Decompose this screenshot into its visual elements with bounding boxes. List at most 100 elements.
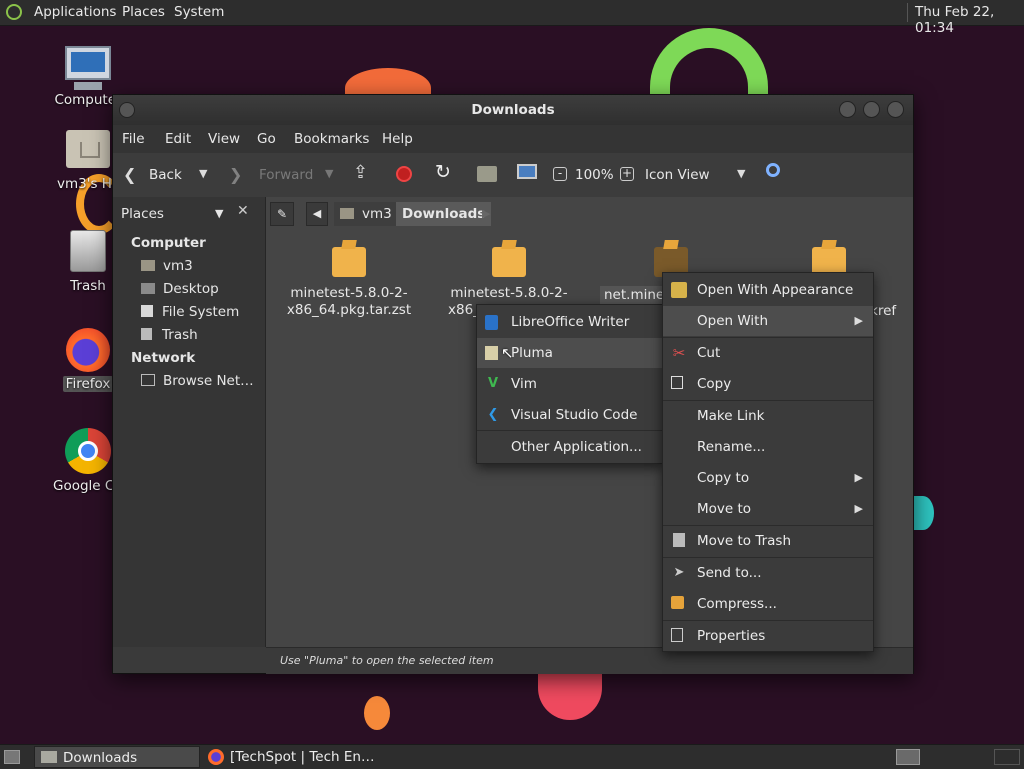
taskbar: Downloads [TechSpot | Tech En… [0, 744, 1024, 769]
menu-item-copy[interactable]: Copy [663, 369, 873, 399]
mouse-cursor-icon: ↖ [501, 344, 514, 362]
menu-item-send-to[interactable]: ➤ Send to... [663, 558, 873, 588]
menu-item-open-with[interactable]: Open With ▶ [663, 306, 873, 336]
taskbar-item-browser[interactable]: [TechSpot | Tech En… [204, 746, 374, 768]
status-text: Use "Pluma" to open the selected item [280, 654, 494, 667]
path-scroll-right-button[interactable]: ▶ [482, 202, 490, 226]
menu-item-make-link[interactable]: Make Link [663, 401, 873, 431]
toolbar: ❮ Back ▼ ❯ Forward ▼ ⇪ ↻ - 100% + Icon V… [113, 153, 913, 198]
computer-icon[interactable] [517, 164, 537, 179]
view-mode-label: Icon View [645, 167, 710, 183]
archive-file-icon [492, 247, 526, 277]
file-context-menu: Open With Appearance Open With ▶ ✂ Cut C… [662, 272, 874, 652]
search-icon[interactable] [766, 163, 780, 177]
send-icon: ➤ [673, 565, 685, 580]
side-pane-selector-label: Places [121, 206, 164, 222]
window-titlebar[interactable]: Downloads [113, 95, 913, 125]
window-title: Downloads [471, 102, 555, 118]
menu-go[interactable]: Go [257, 131, 276, 147]
open-with-libreoffice-writer[interactable]: LibreOffice Writer [477, 307, 663, 337]
view-mode-select[interactable]: Icon View ▼ [641, 161, 751, 189]
zoom-level[interactable]: 100% [575, 167, 614, 183]
forward-button[interactable]: ❯ Forward [227, 161, 317, 189]
open-with-vscode[interactable]: ❮ Visual Studio Code [477, 400, 663, 430]
menu-edit[interactable]: Edit [165, 131, 191, 147]
menu-view[interactable]: View [208, 131, 240, 147]
desktop-icon-label: Firefox [62, 376, 114, 392]
home-folder-icon [141, 260, 155, 271]
close-side-pane-icon[interactable]: ✕ [237, 203, 249, 219]
place-vm3[interactable]: vm3 [141, 258, 193, 274]
submenu-arrow-icon: ▶ [854, 471, 863, 484]
menu-item-open-with-appearance[interactable]: Open With Appearance [663, 275, 873, 305]
chevron-down-icon: ▼ [215, 207, 224, 220]
show-desktop-icon[interactable] [4, 750, 20, 764]
path-button-downloads[interactable]: Downloads [396, 202, 492, 226]
reload-icon[interactable]: ↻ [435, 161, 451, 183]
mate-logo-icon[interactable] [6, 4, 22, 20]
close-button[interactable] [887, 101, 904, 118]
zoom-in-icon[interactable]: + [620, 167, 634, 181]
path-button-vm3[interactable]: vm3 [334, 202, 398, 226]
trash-icon [141, 328, 152, 340]
minimize-button[interactable] [839, 101, 856, 118]
applications-menu[interactable]: Applications [34, 4, 116, 20]
clock[interactable]: Thu Feb 22, 01:34 [915, 4, 1024, 36]
menu-item-cut[interactable]: ✂ Cut [663, 338, 873, 368]
menu-file[interactable]: File [122, 131, 145, 147]
place-browse-network[interactable]: Browse Net… [141, 373, 254, 389]
vscode-icon: ❮ [487, 407, 499, 422]
place-file-system[interactable]: File System [141, 304, 239, 320]
firefox-icon [66, 328, 110, 372]
forward-history-dropdown[interactable]: ▼ [325, 167, 333, 180]
side-pane: Places ▼ ✕ Computer vm3 Desktop File Sys… [113, 197, 266, 647]
up-arrow-icon[interactable]: ⇪ [353, 162, 368, 183]
path-scroll-left-button[interactable]: ◀ [306, 202, 328, 226]
menu-item-compress[interactable]: Compress... [663, 589, 873, 619]
home-folder-icon [66, 130, 110, 168]
forward-label: Forward [259, 167, 314, 183]
zoom-out-icon[interactable]: - [553, 167, 567, 181]
open-with-submenu: LibreOffice Writer Pluma V Vim ❮ Visual … [476, 304, 664, 464]
pluma-icon [485, 346, 498, 360]
copy-icon [671, 376, 683, 389]
drive-icon [141, 305, 153, 317]
trash-icon [70, 230, 106, 272]
appearance-icon [671, 282, 687, 298]
toggle-location-button[interactable]: ✎ [270, 202, 294, 226]
taskbar-item-downloads[interactable]: Downloads [34, 746, 200, 768]
vim-icon: V [487, 376, 499, 391]
back-history-dropdown[interactable]: ▼ [199, 167, 207, 180]
stop-icon[interactable] [396, 166, 412, 182]
workspace-switcher-alt[interactable] [994, 749, 1020, 765]
menubar: File Edit View Go Bookmarks Help [113, 125, 913, 153]
wallpaper-teal-blob [912, 496, 934, 530]
back-button[interactable]: ❮ Back [121, 161, 201, 189]
open-with-vim[interactable]: V Vim [477, 369, 663, 399]
menu-item-move-to-trash[interactable]: Move to Trash [663, 526, 873, 556]
home-icon[interactable] [477, 166, 497, 182]
place-trash[interactable]: Trash [141, 327, 198, 343]
menu-item-rename[interactable]: Rename... [663, 432, 873, 462]
back-label: Back [149, 167, 182, 183]
places-header-network: Network [131, 350, 196, 366]
menu-bookmarks[interactable]: Bookmarks [294, 131, 369, 147]
folder-icon [41, 751, 57, 763]
menu-help[interactable]: Help [382, 131, 413, 147]
side-pane-selector[interactable]: Places ▼ [117, 203, 231, 225]
file-item[interactable]: minetest-5.8.0-2- x86_64.pkg.tar.zst [274, 235, 424, 325]
top-panel: Applications Places System Thu Feb 22, 0… [0, 0, 1024, 36]
place-desktop[interactable]: Desktop [141, 281, 219, 297]
workspace-switcher[interactable] [896, 749, 920, 765]
maximize-button[interactable] [863, 101, 880, 118]
open-with-other-application[interactable]: Other Application... [477, 432, 663, 462]
archive-file-icon [332, 247, 366, 277]
places-menu[interactable]: Places [122, 4, 165, 20]
menu-item-move-to[interactable]: Move to ▶ [663, 494, 873, 524]
trash-icon [673, 533, 685, 547]
desktop-icon [141, 283, 155, 294]
menu-item-copy-to[interactable]: Copy to ▶ [663, 463, 873, 493]
network-icon [141, 374, 155, 386]
menu-item-properties[interactable]: Properties [663, 621, 873, 651]
system-menu[interactable]: System [174, 4, 224, 20]
